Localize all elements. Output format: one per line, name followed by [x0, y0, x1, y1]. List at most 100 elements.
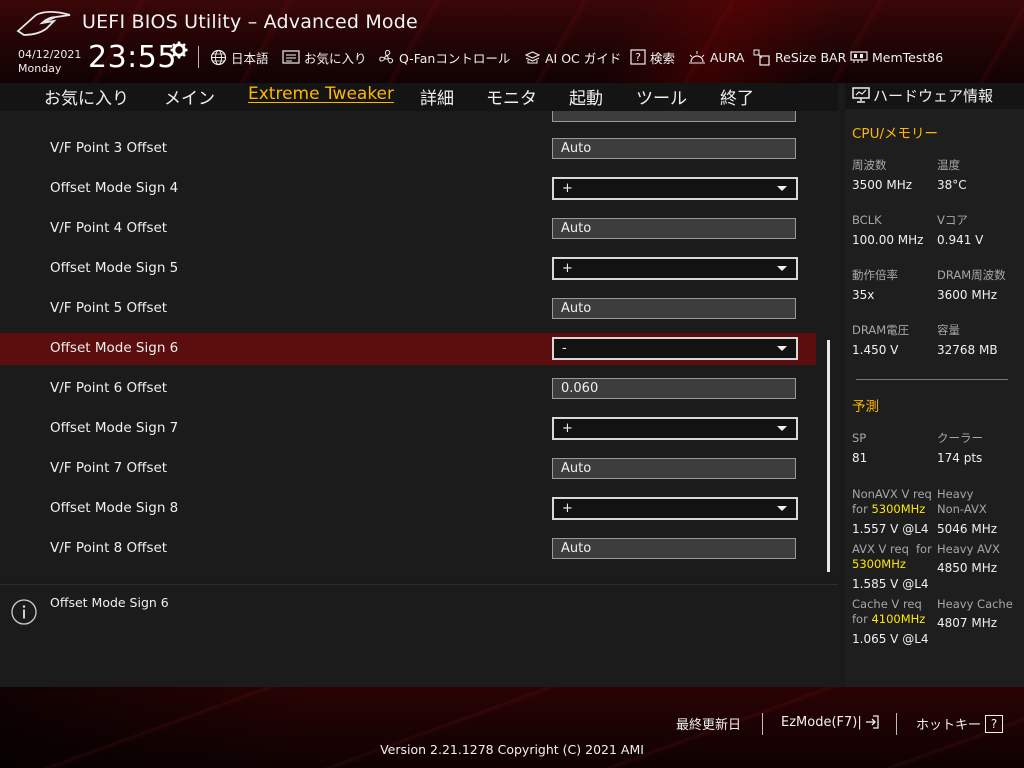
setting-dropdown[interactable]: +: [552, 497, 798, 520]
setting-row[interactable]: V/F Point 6 Offset 0.060: [0, 373, 816, 405]
setting-row[interactable]: V/F Point 5 Offset Auto: [0, 293, 816, 325]
setting-row[interactable]: V/F Point 7 Offset Auto: [0, 453, 816, 485]
memtest-button[interactable]: MemTest86: [850, 48, 943, 66]
gear-icon[interactable]: [170, 41, 188, 59]
setting-row[interactable]: Offset Mode Sign 7 +: [0, 413, 816, 445]
heavy-avx-label: Heavy AVX: [937, 542, 1000, 556]
hotkeys-button[interactable]: ホットキー ?: [916, 714, 1004, 733]
clock-time[interactable]: 23:55: [88, 40, 177, 75]
footer-divider: [762, 713, 763, 735]
hw-value: 100.00 MHz: [852, 233, 924, 247]
setting-row[interactable]: Offset Mode Sign 5 +: [0, 253, 816, 285]
setting-dropdown[interactable]: +: [552, 177, 798, 200]
setting-row-selected[interactable]: Offset Mode Sign 6 -: [0, 333, 816, 365]
cache-for-text: for: [852, 612, 868, 626]
memtest-icon: [850, 51, 868, 63]
hw-label: DRAM電圧: [852, 323, 910, 337]
rog-logo-icon: [16, 11, 71, 36]
date-text: 04/12/2021: [18, 48, 82, 61]
setting-label: Offset Mode Sign 6: [50, 340, 179, 356]
description-text: Offset Mode Sign 6: [50, 595, 169, 610]
setting-value-field[interactable]: Auto: [552, 138, 796, 159]
favorites-button[interactable]: お気に入り: [282, 48, 367, 66]
tab-advanced[interactable]: 詳細: [420, 84, 454, 109]
weekday-text: Monday: [18, 62, 62, 75]
svg-text:?: ?: [635, 51, 641, 64]
dropdown-value: -: [562, 341, 567, 356]
hw-value: 32768 MB: [937, 343, 998, 357]
list-scrollbar[interactable]: [827, 340, 830, 572]
cache-label: Cache V req: [852, 597, 922, 611]
hw-label: Vコア: [937, 213, 968, 227]
setting-value-field[interactable]: Auto: [552, 218, 796, 239]
settings-list[interactable]: V/F Point 3 Offset Auto Offset Mode Sign…: [0, 111, 838, 577]
setting-row[interactable]: V/F Point 4 Offset Auto: [0, 213, 816, 245]
setting-label: V/F Point 6 Offset: [50, 380, 168, 396]
hw-label: BCLK: [852, 213, 882, 227]
setting-row[interactable]: Offset Mode Sign 4 +: [0, 173, 816, 205]
exit-arrow-icon: [865, 715, 879, 729]
favorites-label: お気に入り: [304, 50, 367, 66]
tab-favorites[interactable]: お気に入り: [44, 84, 129, 109]
heavy-nonavx-label2: Non-AVX: [937, 502, 987, 516]
heavy-nonavx-label1: Heavy: [937, 487, 974, 501]
setting-dropdown[interactable]: +: [552, 257, 798, 280]
setting-label: V/F Point 3 Offset: [50, 140, 168, 156]
ai-oc-icon: [524, 50, 541, 63]
setting-value-field[interactable]: 0.060: [552, 378, 796, 399]
nonavx-value: 1.557 V @L4: [852, 522, 929, 536]
dropdown-value: +: [562, 261, 573, 276]
nonavx-for-text: for: [852, 502, 868, 516]
setting-value-field[interactable]: Auto: [552, 458, 796, 479]
app-title: UEFI BIOS Utility – Advanced Mode: [82, 11, 418, 33]
tab-tool[interactable]: ツール: [636, 84, 687, 109]
hw-label: DRAM周波数: [937, 268, 1006, 282]
last-modified-button[interactable]: 最終更新日: [676, 714, 741, 733]
hw-label: 周波数: [852, 158, 887, 172]
cpu-memory-section-title: CPU/メモリー: [852, 126, 938, 142]
hw-value: 3600 MHz: [937, 288, 998, 302]
resize-bar-label: ReSize BAR: [775, 49, 847, 65]
chevron-down-icon: [777, 186, 787, 191]
setting-value-field[interactable]: Auto: [552, 298, 796, 319]
resize-bar-icon: [753, 49, 770, 66]
aura-button[interactable]: AURA: [688, 48, 744, 66]
qfan-label: Q-Fanコントロール: [399, 50, 511, 66]
setting-dropdown[interactable]: -: [552, 337, 798, 360]
setting-value-field[interactable]: Auto: [552, 538, 796, 559]
search-button[interactable]: ? 検索: [630, 48, 675, 66]
dropdown-value: +: [562, 501, 573, 516]
chevron-down-icon: [777, 346, 787, 351]
heavy-cache-label: Heavy Cache: [937, 597, 1013, 611]
setting-row[interactable]: V/F Point 3 Offset Auto: [0, 133, 816, 165]
setting-dropdown[interactable]: +: [552, 417, 798, 440]
ai-oc-guide-button[interactable]: AI OC ガイド: [524, 48, 621, 66]
tab-exit[interactable]: 終了: [720, 84, 754, 109]
tab-monitor[interactable]: モニタ: [486, 84, 537, 109]
tab-boot[interactable]: 起動: [569, 84, 603, 109]
language-button[interactable]: 日本語: [210, 48, 269, 66]
favorites-icon: [282, 50, 300, 64]
resize-bar-button[interactable]: ReSize BAR: [753, 48, 846, 66]
tab-main[interactable]: メイン: [164, 84, 215, 109]
cache-value: 1.065 V @L4: [852, 632, 929, 646]
avx-freq: 5300MHz: [852, 557, 906, 571]
cooler-value: 174 pts: [937, 451, 983, 465]
setting-row[interactable]: Offset Mode Sign 8 +: [0, 493, 816, 525]
hw-value: 1.450 V: [852, 343, 899, 357]
memtest-label: MemTest86: [872, 49, 944, 65]
hotkeys-label: ホットキー: [916, 718, 982, 733]
avx-label: AVX V req: [852, 542, 909, 556]
chevron-down-icon: [777, 266, 787, 271]
hw-label: 動作倍率: [852, 268, 898, 282]
ezmode-button[interactable]: EzMode(F7)|: [781, 714, 880, 730]
setting-label: Offset Mode Sign 4: [50, 180, 179, 196]
sp-value: 81: [852, 451, 868, 465]
hardware-info-title: ハードウェア情報: [873, 87, 994, 105]
dropdown-value: +: [562, 181, 573, 196]
globe-icon: [210, 49, 227, 65]
setting-row[interactable]: V/F Point 8 Offset Auto: [0, 533, 816, 565]
info-icon: [11, 599, 37, 625]
qfan-control-button[interactable]: Q-Fanコントロール: [378, 48, 510, 66]
tab-extreme-tweaker[interactable]: Extreme Tweaker: [248, 84, 394, 104]
